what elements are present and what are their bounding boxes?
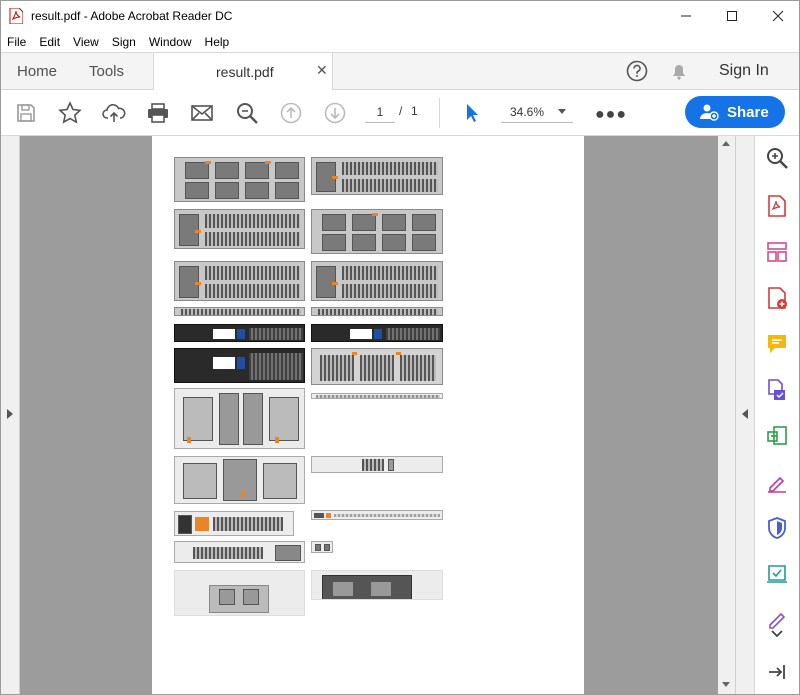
server-image: [174, 324, 305, 342]
tab-home[interactable]: Home: [17, 63, 57, 80]
server-image: [311, 510, 443, 520]
page-down-icon[interactable]: [322, 100, 348, 126]
zoom-in-icon[interactable]: [765, 146, 789, 170]
compress-pdf-icon[interactable]: [765, 424, 789, 448]
server-image: [174, 541, 305, 563]
minimize-icon: [681, 15, 691, 17]
send-for-review-icon[interactable]: [765, 562, 789, 586]
zoom-search-icon[interactable]: [234, 100, 260, 126]
tools-pane: [754, 136, 799, 694]
toolbar-divider: [439, 98, 440, 128]
chevron-down-icon[interactable]: [765, 626, 789, 642]
collapse-pane-icon[interactable]: [765, 660, 789, 684]
menu-edit[interactable]: Edit: [39, 35, 60, 49]
comment-icon[interactable]: [765, 332, 789, 356]
total-pages: 1: [411, 104, 418, 118]
more-icon[interactable]: ●●●: [595, 106, 627, 124]
server-image: [174, 348, 305, 383]
tab-close-icon[interactable]: ✕: [316, 62, 328, 79]
server-image: [311, 261, 443, 301]
tab-document[interactable]: result.pdf ✕: [153, 53, 333, 90]
acrobat-window: result.pdf - Adobe Acrobat Reader DC Fil…: [0, 0, 800, 695]
tab-bar: Home Tools result.pdf ✕ Sign In: [1, 52, 799, 90]
server-image: [311, 157, 443, 195]
page-separator: /: [399, 104, 403, 118]
minimize-button[interactable]: [663, 1, 709, 31]
add-user-icon: [700, 104, 719, 121]
menu-sign[interactable]: Sign: [112, 35, 136, 49]
close-icon: [772, 10, 784, 22]
menu-view[interactable]: View: [73, 35, 99, 49]
star-icon[interactable]: [57, 100, 83, 126]
chevron-right-icon: [7, 409, 13, 419]
print-icon[interactable]: [145, 100, 171, 126]
server-image: [311, 456, 443, 473]
create-pdf-icon[interactable]: [765, 194, 789, 218]
maximize-icon: [727, 11, 737, 21]
right-pane-toggle[interactable]: [735, 136, 754, 694]
maximize-button[interactable]: [709, 1, 755, 31]
menu-bar: File Edit View Sign Window Help: [1, 31, 799, 52]
help-icon[interactable]: [626, 60, 648, 82]
server-image: [311, 348, 443, 385]
chevron-left-icon: [742, 409, 748, 419]
server-image: [174, 261, 305, 301]
pdf-page: [152, 136, 584, 694]
protect-icon[interactable]: [765, 516, 789, 540]
server-image: [311, 209, 443, 254]
organize-pages-icon[interactable]: [765, 240, 789, 264]
tab-document-label: result.pdf: [216, 64, 274, 80]
server-image: [174, 307, 305, 316]
left-pane-toggle[interactable]: [1, 136, 20, 694]
window-title: result.pdf - Adobe Acrobat Reader DC: [31, 9, 233, 23]
server-image: [174, 157, 305, 202]
server-image: [311, 393, 443, 399]
export-pdf-icon[interactable]: [765, 286, 789, 310]
scroll-down-icon[interactable]: [722, 682, 730, 687]
document-viewport[interactable]: [1, 136, 754, 694]
tab-tools[interactable]: Tools: [89, 63, 124, 80]
server-image: [174, 388, 305, 449]
select-cursor-icon[interactable]: [459, 100, 485, 126]
fill-sign-icon[interactable]: [765, 470, 789, 494]
server-image: [311, 541, 333, 553]
vertical-scrollbar[interactable]: [718, 136, 735, 694]
server-image: [311, 570, 443, 600]
upload-icon[interactable]: [101, 100, 127, 126]
scroll-up-icon[interactable]: [722, 141, 730, 146]
email-icon[interactable]: [189, 100, 215, 126]
title-bar: result.pdf - Adobe Acrobat Reader DC: [1, 1, 799, 31]
menu-file[interactable]: File: [7, 35, 26, 49]
server-image: [174, 209, 305, 249]
server-image: [174, 456, 305, 504]
page-up-icon[interactable]: [278, 100, 304, 126]
server-image: [311, 307, 443, 316]
chevron-down-icon[interactable]: [558, 109, 566, 114]
menu-help[interactable]: Help: [205, 35, 230, 49]
server-image: [311, 324, 443, 342]
menu-window[interactable]: Window: [149, 35, 192, 49]
save-icon[interactable]: [13, 100, 39, 126]
current-page-input[interactable]: 1: [365, 101, 395, 123]
close-button[interactable]: [755, 1, 800, 31]
server-image: [174, 511, 294, 536]
notifications-bell-icon[interactable]: [668, 60, 690, 82]
sign-in-link[interactable]: Sign In: [719, 62, 769, 80]
toolbar: 1 / 1 34.6% ●●● Share: [1, 90, 799, 136]
combine-files-icon[interactable]: [765, 378, 789, 402]
server-image: [174, 570, 305, 616]
acrobat-app-icon: [9, 8, 23, 24]
share-button[interactable]: Share: [685, 96, 785, 128]
share-button-label: Share: [727, 103, 769, 121]
